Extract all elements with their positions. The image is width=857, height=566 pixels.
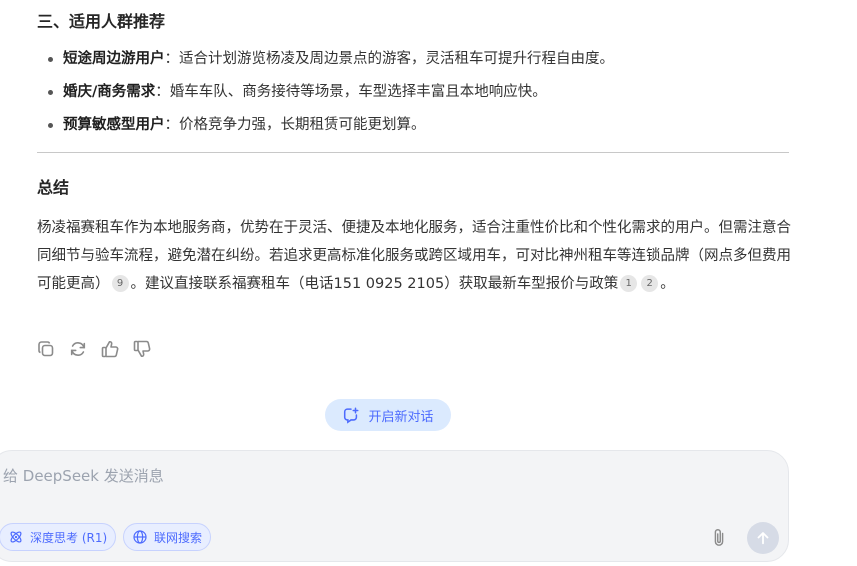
web-search-toggle[interactable]: 联网搜索 <box>123 523 212 551</box>
citation-badge[interactable]: 2 <box>641 275 659 292</box>
list-item-text: ：价格竞争力强，长期租赁可能更划算。 <box>164 117 426 133</box>
attach-button[interactable] <box>707 525 731 551</box>
arrow-up-icon <box>757 532 769 545</box>
summary-text: 。 <box>660 276 675 292</box>
summary-title: 总结 <box>37 178 70 197</box>
thumbs-down-icon <box>133 340 151 358</box>
citation-badge[interactable]: 9 <box>111 275 129 292</box>
summary-text: 。建议直接联系福赛租车（电话151 0925 2105）获取最新车型报价与政策 <box>130 276 619 292</box>
thumbs-up-button[interactable] <box>100 339 120 359</box>
copy-button[interactable] <box>36 339 56 359</box>
list-item: 婚庆/商务需求：婚车车队、商务接待等场景，车型选择丰富且本地响应快。 <box>37 81 797 114</box>
globe-icon <box>133 530 147 544</box>
thumbs-down-button[interactable] <box>132 339 152 359</box>
message-composer: 深度思考 (R1) 联网搜索 <box>0 450 789 562</box>
deep-think-toggle[interactable]: 深度思考 (R1) <box>0 523 117 551</box>
list-item-label: 短途周边游用户 <box>63 51 165 67</box>
thumbs-up-icon <box>101 340 119 358</box>
divider <box>37 152 789 153</box>
copy-icon <box>38 341 54 357</box>
atom-icon <box>10 531 22 543</box>
section-heading: 三、适用人群推荐 <box>37 12 166 31</box>
summary-paragraph: 杨凌福赛租车作为本地服务商，优势在于灵活、便捷及本地化服务，适合注重性价比和个性… <box>37 214 797 298</box>
list-item-label: 预算敏感型用户 <box>63 117 165 133</box>
web-search-label: 联网搜索 <box>154 530 203 545</box>
message-actions <box>36 339 152 359</box>
list-item-label: 婚庆/商务需求 <box>63 84 156 100</box>
list-item-text: ：适合计划游览杨凌及周边景点的游客，灵活租车可提升行程自由度。 <box>164 51 615 67</box>
new-chat-label: 开启新对话 <box>368 409 434 425</box>
new-chat-icon <box>344 407 359 424</box>
paperclip-icon <box>714 529 724 546</box>
list-item: 短途周边游用户：适合计划游览杨凌及周边景点的游客，灵活租车可提升行程自由度。 <box>37 48 797 81</box>
deep-think-label: 深度思考 (R1) <box>30 530 108 545</box>
send-button[interactable] <box>747 522 779 554</box>
regenerate-icon <box>70 342 86 356</box>
regenerate-button[interactable] <box>68 339 88 359</box>
list-item: 预算敏感型用户：价格竞争力强，长期租赁可能更划算。 <box>37 114 797 147</box>
citation-badge[interactable]: 1 <box>620 275 638 292</box>
new-chat-button[interactable]: 开启新对话 <box>325 399 451 431</box>
message-input[interactable] <box>3 465 683 505</box>
list-item-text: ：婚车车队、商务接待等场景，车型选择丰富且本地响应快。 <box>155 84 547 100</box>
recommendation-list: 短途周边游用户：适合计划游览杨凌及周边景点的游客，灵活租车可提升行程自由度。 婚… <box>37 48 797 147</box>
